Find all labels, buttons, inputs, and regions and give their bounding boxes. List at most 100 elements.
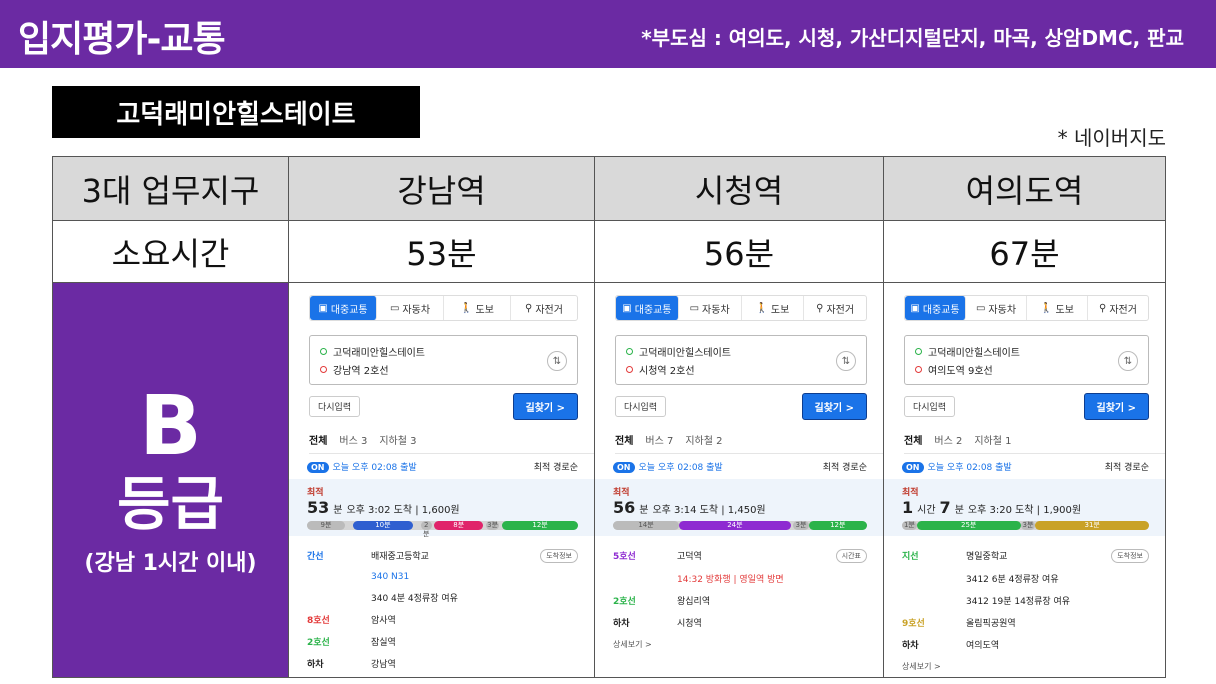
swap-icon[interactable]: ⇅ [1118,351,1138,371]
reinput-button[interactable]: 다시입력 [904,396,956,417]
tab-transit[interactable]: ▣ 대중교통 [905,296,966,320]
list-item: 340 N31 [371,572,410,582]
map-screenshot-yeouido: ▣ 대중교통 ▭ 자동차 🚶 도보 ⚲ 자전거 고덕래미안힐스테이트 여의도역 9호선 … [883,282,1166,678]
tab-walk[interactable]: 🚶 도보 [1027,296,1088,320]
map-screenshot-cityhall: ▣ 대중교통 ▭ 자동차 🚶 도보 ⚲ 자전거 고덕래미안힐스테이트 시청역 2호선 ⇅… [594,282,884,678]
detail-link[interactable]: 상세보기 > [289,670,594,677]
sort-select[interactable]: 최적 경로순 [823,460,867,473]
tab-bike[interactable]: ⚲ 자전거 [1088,296,1148,320]
transport-tabs: ▣ 대중교통 ▭ 자동차 🚶 도보 ⚲ 자전거 [309,295,578,321]
route-steps: 5호선 고덕역 시간표 14:32 방화행 | 영일역 방면 2호선 왕십리역 하차 시… [595,536,883,629]
find-route-button[interactable]: 길찾기 > [512,393,578,420]
subtab-all[interactable]: 전체 [615,432,633,447]
timetable-button[interactable]: 시간표 [835,549,867,563]
result-subtabs: 전체 버스 2 지하철 1 [904,432,1165,454]
list-item: 9호선 올림픽공원역 [902,619,1016,629]
bus-icon: ▣ [910,302,920,314]
arrival-info-button[interactable]: 도착정보 [540,549,578,563]
source-note: * 네이버지도 [1057,126,1166,150]
subtab-bus[interactable]: 버스 3 [339,432,367,447]
route-input-box: 고덕래미안힐스테이트 강남역 2호선 ⇅ [309,335,578,385]
origin-dot-icon [915,347,922,355]
reinput-button[interactable]: 다시입력 [615,396,667,417]
sort-select[interactable]: 최적 경로순 [534,460,578,473]
best-route[interactable]: 최적 53 분 오후 3:02 도착 | 1,600원 9분 10분 2분 8분 3… [289,479,594,538]
depart-row: ON 오늘 오후 02:08 출발 최적 경로순 [307,460,578,473]
destination-field[interactable]: 여의도역 9호선 [915,360,1138,378]
car-icon: ▭ [689,302,700,314]
find-route-button[interactable]: 길찾기 > [1083,393,1149,420]
commute-table: 3대 업무지구 강남역 시청역 여의도역 소요시간 53분 56분 67분 B … [52,156,1166,678]
destination-dot-icon [626,365,633,373]
list-item: 지선 명일중학교 도착정보 [902,549,1149,563]
arrival-info-button[interactable]: 도착정보 [1111,549,1149,563]
dest-cityhall: 시청역 [594,156,884,221]
subtab-subway[interactable]: 지하철 3 [379,432,416,447]
destination-field[interactable]: 강남역 2호선 [320,360,567,378]
subtab-all[interactable]: 전체 [309,432,327,447]
best-label: 최적 [613,488,630,498]
best-label: 최적 [307,488,324,498]
route-input-box: 고덕래미안힐스테이트 여의도역 9호선 ⇅ [904,335,1149,385]
car-icon: ▭ [975,302,986,314]
on-badge: ON [613,462,635,473]
header-bar: 입지평가-교통 *부도심 : 여의도, 시청, 가산디지털단지, 마곡, 상암D… [0,0,1216,68]
grade-desc: (강남 1시간 이내) [84,551,257,576]
reinput-button[interactable]: 다시입력 [309,396,361,417]
dest-yeouido: 여의도역 [883,156,1166,221]
destination-dot-icon [320,365,327,373]
destination-field[interactable]: 시청역 2호선 [626,360,856,378]
subtab-subway[interactable]: 지하철 1 [974,432,1011,447]
grade-word: 등급 [117,470,224,538]
bus-icon: ▣ [318,302,328,314]
subtab-bus[interactable]: 버스 7 [645,432,673,447]
find-route-button[interactable]: 길찾기 > [801,393,867,420]
grade-letter: B [139,379,202,474]
tab-bike[interactable]: ⚲ 자전거 [804,296,866,320]
list-item: 5호선 고덕역 시간표 [613,549,867,563]
depart-time[interactable]: 오늘 오후 02:08 출발 [333,463,417,473]
tab-transit[interactable]: ▣ 대중교통 [616,296,679,320]
best-route[interactable]: 최적 1 시간 7 분 오후 3:20 도착 | 1,900원 1분 25분 3분 31… [884,479,1165,536]
result-subtabs: 전체 버스 7 지하철 2 [615,432,883,454]
result-subtabs: 전체 버스 3 지하철 3 [309,432,594,454]
subtab-subway[interactable]: 지하철 2 [685,432,722,447]
detail-link[interactable]: 상세보기 > [884,651,1165,672]
dest-gangnam: 강남역 [288,156,595,221]
detail-link[interactable]: 상세보기 > [595,629,883,650]
swap-icon[interactable]: ⇅ [547,351,567,371]
origin-field[interactable]: 고덕래미안힐스테이트 [320,342,567,360]
walk-icon: 🚶 [755,302,768,314]
origin-field[interactable]: 고덕래미안힐스테이트 [915,342,1138,360]
tab-car[interactable]: ▭ 자동차 [377,296,444,320]
origin-field[interactable]: 고덕래미안힐스테이트 [626,342,856,360]
tab-walk[interactable]: 🚶 도보 [742,296,805,320]
tab-car[interactable]: ▭ 자동차 [679,296,742,320]
subtab-all[interactable]: 전체 [904,432,922,447]
tab-car[interactable]: ▭ 자동차 [966,296,1027,320]
page-title: 입지평가-교통 [18,19,226,60]
swap-icon[interactable]: ⇅ [836,351,856,371]
tab-transit[interactable]: ▣ 대중교통 [310,296,377,320]
duration-minutes: 7 [939,498,951,517]
list-item: 3412 19분 14정류장 여유 [966,597,1071,607]
duration-hours: 1 [902,498,914,517]
on-badge: ON [902,462,924,473]
route-steps: 지선 명일중학교 도착정보 3412 6분 4정류장 여유 3412 19분 14정… [884,536,1165,651]
depart-time[interactable]: 오늘 오후 02:08 출발 [639,463,723,473]
on-badge: ON [307,462,329,473]
best-label: 최적 [902,488,919,498]
list-item: 340 4분 4정류장 여유 [371,594,458,604]
tab-walk[interactable]: 🚶 도보 [444,296,511,320]
arrive-info: 오후 3:20 도착 | 1,900원 [967,505,1082,516]
best-route[interactable]: 최적 56 분 오후 3:14 도착 | 1,450원 14분 24분 3분 12분 [595,479,883,536]
subtab-bus[interactable]: 버스 2 [934,432,962,447]
map-screenshot-gangnam: ▣ 대중교통 ▭ 자동차 🚶 도보 ⚲ 자전거 고덕래미안힐스테이트 강남역 2호선 ⇅… [288,282,595,678]
depart-time[interactable]: 오늘 오후 02:08 출발 [928,463,1012,473]
duration-value: 56 [613,498,636,517]
list-item: 간선 배재중고등학교 도착정보 [307,549,578,563]
tab-bike[interactable]: ⚲ 자전거 [511,296,577,320]
sort-select[interactable]: 최적 경로순 [1105,460,1149,473]
bike-icon: ⚲ [816,302,824,314]
depart-row: ON 오늘 오후 02:08 출발 최적 경로순 [613,460,867,473]
